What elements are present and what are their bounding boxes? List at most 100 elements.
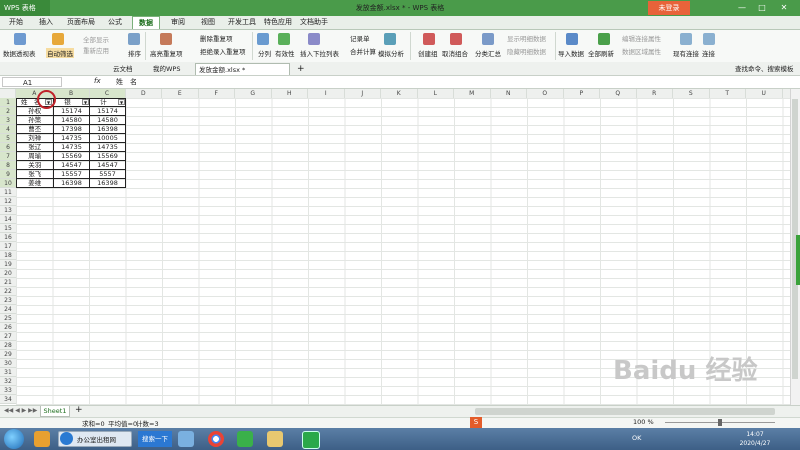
row-header-17[interactable]: 17 (0, 242, 16, 251)
ungroup-icon[interactable] (450, 33, 462, 45)
filter-icon[interactable] (52, 33, 64, 45)
row-header-28[interactable]: 28 (0, 341, 16, 350)
reapply-button[interactable]: 重新应用 (83, 45, 109, 55)
column-header-n[interactable]: N (491, 89, 527, 98)
refresh-all-button[interactable]: 全部刷新 (588, 48, 614, 58)
sort-icon[interactable] (128, 33, 140, 45)
column-header-e[interactable]: E (162, 89, 199, 98)
row-header-5[interactable]: 5 (0, 134, 16, 143)
taskbar-app-icon[interactable] (237, 431, 253, 447)
column-header-m[interactable]: M (454, 89, 491, 98)
tab-data[interactable]: 数据 (132, 16, 160, 29)
pivot-table-button[interactable]: 数据透视表 (3, 48, 36, 58)
what-if-icon[interactable] (384, 33, 396, 45)
row-header-22[interactable]: 22 (0, 287, 16, 296)
tab-page-layout[interactable]: 页面布局 (64, 16, 98, 29)
hide-detail-button[interactable]: 隐藏明细数据 (507, 46, 546, 56)
sheet-nav-arrows-icon[interactable]: ◀◀ ◀ ▶ ▶▶ (4, 407, 37, 414)
row-header-21[interactable]: 21 (0, 278, 16, 287)
row-header-20[interactable]: 20 (0, 269, 16, 278)
row-header-6[interactable]: 6 (0, 143, 16, 152)
row-header-12[interactable]: 12 (0, 197, 16, 206)
side-panel-handle[interactable] (796, 235, 800, 285)
row-header-18[interactable]: 18 (0, 251, 16, 260)
add-tab-button[interactable]: + (294, 63, 308, 75)
existing-connection-icon[interactable] (680, 33, 692, 45)
search-button[interactable]: 搜索一下 (138, 431, 172, 447)
column-header-h[interactable]: H (272, 89, 308, 98)
chrome-icon[interactable] (208, 431, 224, 447)
row-header-10[interactable]: 10 (0, 179, 16, 188)
tab-view[interactable]: 视图 (196, 16, 220, 29)
tab-home[interactable]: 开始 (4, 16, 28, 29)
row-header-7[interactable]: 7 (0, 152, 16, 161)
column-header-o[interactable]: O (527, 89, 564, 98)
tab-formula[interactable]: 公式 (103, 16, 127, 29)
start-button-icon[interactable] (4, 429, 24, 449)
column-header-i[interactable]: I (308, 89, 345, 98)
row-header-25[interactable]: 25 (0, 314, 16, 323)
column-header-c[interactable]: C (89, 89, 126, 98)
command-search[interactable]: 查找命令、搜索模板 (732, 63, 797, 75)
row-header-34[interactable]: 34 (0, 395, 16, 404)
split-column-icon[interactable] (257, 33, 269, 45)
tab-review[interactable]: 审阅 (166, 16, 190, 29)
subtotal-button[interactable]: 分类汇总 (475, 48, 501, 58)
record-sheet-button[interactable]: 记录单 (350, 33, 370, 43)
import-data-icon[interactable] (566, 33, 578, 45)
cloud-docs-tab[interactable]: 云文档 (110, 63, 136, 75)
row-header-32[interactable]: 32 (0, 377, 16, 386)
split-column-button[interactable]: 分列 (258, 48, 271, 58)
row-header-31[interactable]: 31 (0, 368, 16, 377)
row-header-11[interactable]: 11 (0, 188, 16, 197)
column-header-j[interactable]: J (345, 89, 381, 98)
refresh-all-icon[interactable] (598, 33, 610, 45)
column-header-g[interactable]: G (235, 89, 272, 98)
column-header-s[interactable]: S (673, 89, 710, 98)
row-header-33[interactable]: 33 (0, 386, 16, 395)
maximize-icon[interactable]: □ (754, 0, 770, 16)
what-if-button[interactable]: 模拟分析 (378, 48, 404, 58)
highlight-duplicates-button[interactable]: 高亮重复项 (150, 48, 183, 58)
row-header-8[interactable]: 8 (0, 161, 16, 170)
login-button[interactable]: 未登录 (648, 1, 690, 15)
delete-duplicates-button[interactable]: 删除重复项 (200, 33, 233, 43)
zoom-slider-handle[interactable] (718, 419, 722, 426)
column-header-d[interactable]: D (126, 89, 162, 98)
row-header-24[interactable]: 24 (0, 305, 16, 314)
edit-connection-button[interactable]: 编辑连接属性 (622, 33, 661, 43)
insert-dropdown-button[interactable]: 插入下拉列表 (300, 48, 339, 58)
sheet-tab-sheet1[interactable]: Sheet1 (40, 406, 70, 417)
connect-icon[interactable] (703, 33, 715, 45)
dropdown-list-icon[interactable] (308, 33, 320, 45)
existing-connection-button[interactable]: 现有连接 (673, 48, 699, 58)
fx-icon[interactable]: fx (94, 77, 101, 85)
highlight-duplicates-icon[interactable] (160, 33, 172, 45)
row-header-15[interactable]: 15 (0, 224, 16, 233)
tab-insert[interactable]: 插入 (34, 16, 58, 29)
show-detail-button[interactable]: 显示明细数据 (507, 33, 546, 43)
pivot-table-icon[interactable] (14, 33, 26, 45)
my-wps-tab[interactable]: 我的WPS (150, 63, 183, 75)
row-header-13[interactable]: 13 (0, 206, 16, 215)
select-all-corner[interactable] (0, 89, 16, 98)
connect-button[interactable]: 连接 (702, 48, 715, 58)
column-header-t[interactable]: T (710, 89, 746, 98)
row-header-3[interactable]: 3 (0, 116, 16, 125)
filter-dropdown-icon[interactable]: ▼ (82, 99, 89, 105)
row-header-26[interactable]: 26 (0, 323, 16, 332)
name-box[interactable]: A1 (2, 77, 62, 87)
row-header-19[interactable]: 19 (0, 260, 16, 269)
file-tab[interactable]: 发放金额.xlsx * (195, 63, 290, 75)
validity-icon[interactable] (278, 33, 290, 45)
row-header-1[interactable]: 1 (0, 98, 16, 107)
row-header-16[interactable]: 16 (0, 233, 16, 242)
row-header-14[interactable]: 14 (0, 215, 16, 224)
tab-features[interactable]: 特色应用 (262, 16, 294, 29)
add-sheet-button[interactable]: + (75, 405, 83, 415)
import-data-button[interactable]: 导入数据 (558, 48, 584, 58)
formula-input[interactable]: 姓 名 (116, 77, 137, 87)
close-icon[interactable]: ✕ (776, 0, 792, 16)
show-all-button[interactable]: 全部显示 (83, 34, 109, 44)
create-group-icon[interactable] (423, 33, 435, 45)
